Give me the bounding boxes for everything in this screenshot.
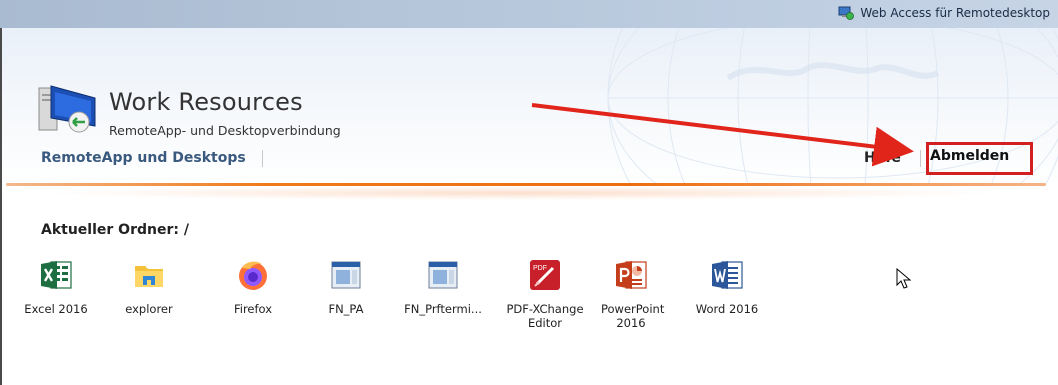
top-strip: Web Access für Remotedesktop [0, 0, 1058, 28]
window-icon [426, 258, 460, 292]
app-tile-powerpoint[interactable]: PowerPoint 2016 [586, 258, 676, 330]
excel-icon [39, 258, 73, 292]
app-label: Firefox [233, 302, 273, 316]
app-label: FN_Prftermi... [404, 302, 482, 316]
app-tile-firefox[interactable]: Firefox [208, 258, 298, 316]
window-icon [329, 258, 363, 292]
logout-highlight-box [926, 142, 1033, 175]
remoteapp-logo [37, 84, 99, 136]
powerpoint-icon [614, 258, 648, 292]
accent-glow [40, 186, 1000, 200]
app-label: PowerPoint 2016 [601, 302, 665, 330]
mouse-cursor-icon [896, 267, 912, 294]
app-label: PDF-XChange Editor [506, 302, 584, 330]
current-folder-label: Aktueller Ordner: / [41, 222, 189, 238]
firefox-icon [236, 258, 270, 292]
pdf-icon: PDF [528, 258, 562, 292]
app-tile-explorer[interactable]: explorer [104, 258, 194, 316]
page-subtitle: RemoteApp- und Desktopverbindung [109, 123, 341, 138]
app-label: explorer [125, 302, 173, 316]
app-label: Word 2016 [695, 302, 759, 316]
pdf-badge: PDF [533, 265, 547, 272]
app-tile-word[interactable]: Word 2016 [682, 258, 772, 316]
service-title: Web Access für Remotedesktop [838, 6, 1050, 20]
nav-separator [920, 150, 921, 167]
app-label: Excel 2016 [24, 302, 88, 316]
tab-remoteapp-desktops[interactable]: RemoteApp und Desktops [41, 150, 246, 166]
remote-desktop-web-icon [838, 6, 855, 20]
page-title: Work Resources [109, 88, 303, 116]
folder-icon [132, 258, 166, 292]
app-tile-fn-pa[interactable]: FN_PA [301, 258, 391, 316]
app-tile-fn-prftermi[interactable]: FN_Prftermi... [398, 258, 488, 316]
nav-separator [262, 150, 263, 167]
service-label: Web Access für Remotedesktop [860, 6, 1050, 20]
app-tile-pdf-xchange[interactable]: PDF PDF-XChange Editor [500, 258, 590, 330]
app-tile-excel[interactable]: Excel 2016 [11, 258, 101, 316]
app-label: FN_PA [328, 302, 364, 316]
word-icon [710, 258, 744, 292]
app-grid: Excel 2016 explorer Firefox FN_PA FN_Prf… [0, 258, 800, 358]
help-link[interactable]: Hilfe [864, 150, 901, 166]
